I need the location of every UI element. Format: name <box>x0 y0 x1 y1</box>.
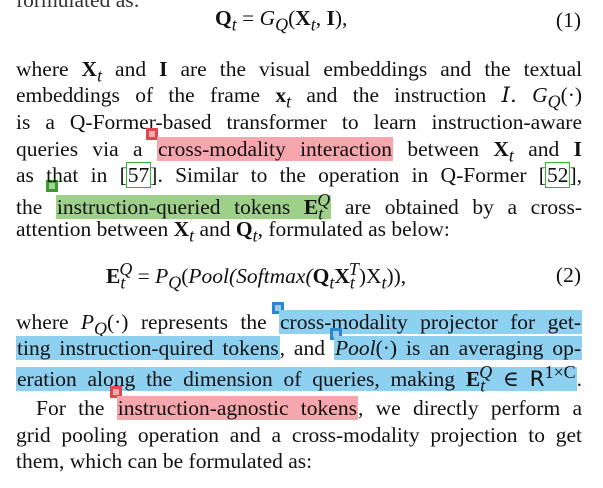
para1-line-3: is a Q-Former-based transformer to learn… <box>16 110 582 134</box>
highlight-cross-modality-projector[interactable]: ting instruction-quired tokens <box>16 336 280 360</box>
text: attention between <box>16 217 169 241</box>
equation-2: EtQ = PQ(Pool(Softmax(QtXtT)Xt)), <box>106 259 407 293</box>
para2-line-3: eration along the dimension of queries, … <box>16 362 582 396</box>
text: queries via a <box>16 137 143 161</box>
math-gq: GQ(·) <box>532 83 583 112</box>
highlight-cross-modality-interaction[interactable]: cross-modality interaction <box>156 137 394 161</box>
para1-line-5: as that in [57]. Similar to the operatio… <box>16 162 582 188</box>
word: the <box>168 83 195 107</box>
citation[interactable]: [57] <box>120 162 157 188</box>
text: and <box>528 137 560 161</box>
word: embeddings <box>323 57 428 81</box>
highlight-text: is an averaging op- <box>406 336 581 360</box>
equation-1-number: (1) <box>555 8 581 32</box>
text: , formulated as below: <box>257 217 450 241</box>
word: where <box>16 57 69 81</box>
text: represents the <box>140 310 267 334</box>
highlight-instruction-queried-tokens[interactable]: instruction-queried tokens EtQ <box>55 190 332 223</box>
citation[interactable]: [52] <box>539 162 577 188</box>
equation-2-number: (2) <box>555 263 581 287</box>
eq1-lhs: Q <box>215 6 232 30</box>
highlight-pool[interactable]: eration along the dimension of queries, … <box>16 362 577 395</box>
math-dim: 1×C <box>544 362 576 382</box>
word: the <box>219 57 246 81</box>
math-xt-lower: xt <box>275 83 292 112</box>
para1-line-7: attention between Xt and Qt, formulated … <box>16 217 450 246</box>
word: visual <box>259 57 311 81</box>
word: instruction <box>394 83 487 107</box>
citation-link[interactable]: 52 <box>544 162 571 188</box>
para2-line-2: ting instruction-quired tokens, and Pool… <box>16 336 582 361</box>
eq1-fn: G <box>259 6 276 30</box>
eq1-arg1-sub: t <box>310 14 316 35</box>
eq1-arg1: X <box>295 6 311 30</box>
highlight-pool[interactable]: Pool(·) is an averaging op- <box>333 336 582 360</box>
eq2-fn: P <box>155 264 169 289</box>
top-cut-text: formulated as: <box>16 0 140 12</box>
eq2-close: )X <box>358 264 382 289</box>
word: textual <box>523 57 583 81</box>
text: and <box>199 217 231 241</box>
para1-line-2: embeddings of the frame xt and the instr… <box>16 83 582 112</box>
text: . Similar to the operation in Q-Former <box>157 163 527 187</box>
math-reals: R <box>529 367 545 393</box>
eq1-arg2: I <box>326 6 335 30</box>
math-i: I <box>159 57 168 81</box>
text: where <box>16 310 69 334</box>
highlight-text: eration along the dimension of queries, … <box>17 367 456 392</box>
word: frame <box>209 83 261 107</box>
highlight-cross-modality-projector[interactable]: cross-modality projector for get- <box>279 310 583 334</box>
word: are <box>180 57 207 81</box>
text: For the <box>36 396 105 420</box>
math-pq: PQ(·) <box>80 310 129 339</box>
word: the <box>484 57 511 81</box>
highlight-text: instruction-queried tokens <box>56 195 291 220</box>
text: , we directly perform a <box>357 396 583 420</box>
word: and <box>306 83 338 107</box>
equation-1: Qt = GQ(Xt, I), <box>215 6 348 35</box>
eq2-inner: Pool(Softmax( <box>188 264 313 289</box>
eq2-fn-sub: Q <box>168 272 182 293</box>
text: the <box>16 195 43 220</box>
para2-line-1: where PQ(·) represents the cross-modalit… <box>16 310 583 339</box>
math-xt: Xt <box>173 217 195 246</box>
eq2-lhs-sup: Q <box>119 259 133 279</box>
text: between <box>407 137 480 161</box>
para1-line-4: queries via a cross-modality interaction… <box>16 137 582 166</box>
math-xt: Xt <box>81 57 103 86</box>
text: . <box>576 367 582 392</box>
text: , and <box>279 336 325 360</box>
math-i: I <box>573 137 583 161</box>
word: the <box>352 83 379 107</box>
math-xt: Xt <box>493 137 514 166</box>
text: are obtained by a cross- <box>344 195 583 220</box>
eq1-fn-sub: Q <box>275 14 289 35</box>
para3-line-2: grid pooling operation and a cross-modal… <box>16 423 582 447</box>
para1-line-1: where Xt and I are the visual embeddings… <box>16 57 582 86</box>
para3-line-1: For the instruction-agnostic tokens, we … <box>36 396 582 421</box>
math-qt: Qt <box>235 217 258 246</box>
word: of <box>135 83 154 107</box>
text: , <box>576 163 582 187</box>
citation-link[interactable]: 57 <box>125 162 152 188</box>
highlight-instruction-agnostic-tokens[interactable]: instruction-agnostic tokens <box>116 396 358 420</box>
word: and <box>440 57 472 81</box>
eq1-lhs-sub: t <box>231 14 237 35</box>
para3-line-3: them, which can be formulated as: <box>16 449 313 473</box>
text: as that in <box>16 163 108 187</box>
math-instruction: I. <box>501 83 517 108</box>
word: and <box>115 57 147 81</box>
word: embeddings <box>16 83 120 107</box>
